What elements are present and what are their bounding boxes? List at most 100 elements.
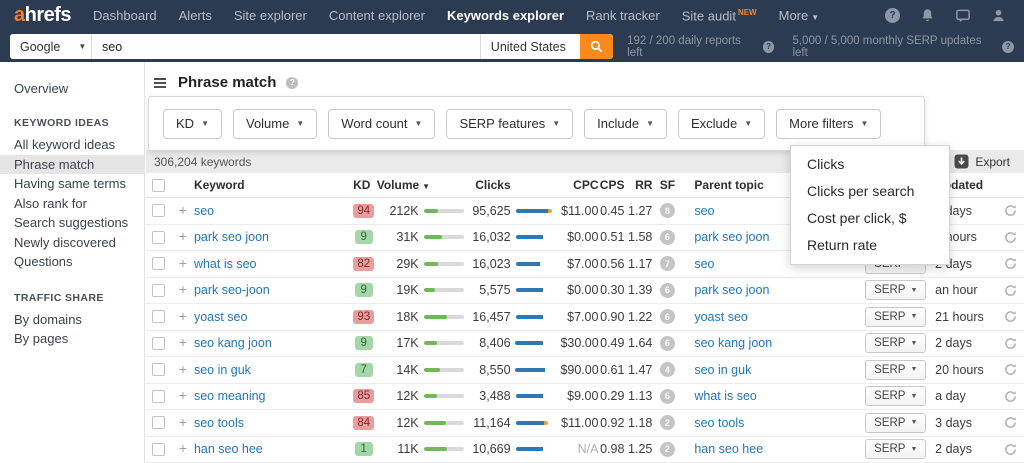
parent-topic-link[interactable]: seo in guk xyxy=(694,363,751,377)
refresh-icon[interactable] xyxy=(1004,310,1017,323)
row-checkbox[interactable] xyxy=(152,337,165,350)
keyword-link[interactable]: park seo-joon xyxy=(194,283,270,297)
row-checkbox[interactable] xyxy=(152,390,165,403)
col-header-volume[interactable]: Volume▼ xyxy=(377,178,427,192)
col-header-clicks[interactable]: Clicks xyxy=(469,178,511,192)
sidebar-item-all-keyword-ideas[interactable]: All keyword ideas xyxy=(0,135,144,155)
serp-button[interactable]: SERP▼ xyxy=(865,439,926,459)
refresh-icon[interactable] xyxy=(1004,284,1017,297)
parent-topic-link[interactable]: park seo joon xyxy=(694,230,769,244)
messages-icon[interactable] xyxy=(955,8,971,23)
add-to-list-icon[interactable]: + xyxy=(179,361,187,377)
search-button[interactable] xyxy=(580,34,613,59)
serp-button[interactable]: SERP▼ xyxy=(865,360,926,380)
add-to-list-icon[interactable]: + xyxy=(179,387,187,403)
filter-button-serp-features[interactable]: SERP features▼ xyxy=(446,109,573,139)
refresh-icon[interactable] xyxy=(1004,204,1017,217)
refresh-icon[interactable] xyxy=(1004,390,1017,403)
sidebar-item-also-rank-for[interactable]: Also rank for xyxy=(0,194,144,214)
keyword-link[interactable]: what is seo xyxy=(194,257,257,271)
row-checkbox[interactable] xyxy=(152,257,165,270)
add-to-list-icon[interactable]: + xyxy=(179,281,187,297)
row-checkbox[interactable] xyxy=(152,284,165,297)
add-to-list-icon[interactable]: + xyxy=(179,202,187,218)
filter-button-volume[interactable]: Volume▼ xyxy=(233,109,317,139)
keyword-link[interactable]: seo meaning xyxy=(194,389,266,403)
sidebar-item-questions[interactable]: Questions xyxy=(0,252,144,272)
row-checkbox[interactable] xyxy=(152,416,165,429)
info-icon[interactable]: ? xyxy=(1002,41,1014,53)
menu-item-return-rate[interactable]: Return rate xyxy=(791,232,949,259)
select-all-checkbox[interactable] xyxy=(152,179,165,192)
refresh-icon[interactable] xyxy=(1004,416,1017,429)
notifications-bell-icon[interactable] xyxy=(920,8,935,23)
parent-topic-link[interactable]: han seo hee xyxy=(694,442,763,456)
keyword-query-input[interactable] xyxy=(92,34,480,59)
sidebar-item-having-same-terms[interactable]: Having same terms xyxy=(0,174,144,194)
keyword-link[interactable]: seo xyxy=(194,204,214,218)
parent-topic-link[interactable]: yoast seo xyxy=(694,310,748,324)
parent-topic-link[interactable]: seo kang joon xyxy=(694,336,772,350)
nav-item-keywords-explorer[interactable]: Keywords explorer xyxy=(447,8,564,23)
parent-topic-link[interactable]: seo tools xyxy=(694,416,744,430)
parent-topic-link[interactable]: what is seo xyxy=(694,389,757,403)
refresh-icon[interactable] xyxy=(1004,363,1017,376)
refresh-icon[interactable] xyxy=(1004,231,1017,244)
keyword-link[interactable]: seo kang joon xyxy=(194,336,272,350)
refresh-icon[interactable] xyxy=(1004,257,1017,270)
nav-item-dashboard[interactable]: Dashboard xyxy=(93,8,157,23)
filter-button-word-count[interactable]: Word count▼ xyxy=(328,109,435,139)
keyword-link[interactable]: yoast seo xyxy=(194,310,248,324)
add-to-list-icon[interactable]: + xyxy=(179,440,187,456)
col-header-rr[interactable]: RR xyxy=(624,178,652,192)
account-icon[interactable] xyxy=(991,8,1006,23)
parent-topic-link[interactable]: park seo joon xyxy=(694,283,769,297)
sidebar-item-search-suggestions[interactable]: Search suggestions xyxy=(0,213,144,233)
add-to-list-icon[interactable]: + xyxy=(179,414,187,430)
filter-button-include[interactable]: Include▼ xyxy=(584,109,667,139)
nav-item-alerts[interactable]: Alerts xyxy=(179,8,212,23)
nav-item-site-explorer[interactable]: Site explorer xyxy=(234,8,307,23)
parent-topic-link[interactable]: seo xyxy=(694,257,714,271)
sidebar-item-newly-discovered[interactable]: Newly discovered xyxy=(0,233,144,253)
col-header-cps[interactable]: CPS xyxy=(599,178,625,192)
sidebar-item-phrase-match[interactable]: Phrase match xyxy=(0,155,144,175)
menu-item-cost-per-click[interactable]: Cost per click, $ xyxy=(791,205,949,232)
keyword-link[interactable]: park seo joon xyxy=(194,230,269,244)
row-checkbox[interactable] xyxy=(152,310,165,323)
filter-button-more-filters[interactable]: More filters▼ xyxy=(776,109,881,139)
export-button[interactable]: Export xyxy=(954,154,1010,169)
serp-button[interactable]: SERP▼ xyxy=(865,413,926,433)
serp-button[interactable]: SERP▼ xyxy=(865,307,926,327)
filter-button-exclude[interactable]: Exclude▼ xyxy=(678,109,765,139)
search-engine-select[interactable]: Google ▼ xyxy=(10,34,92,59)
col-header-keyword[interactable]: Keyword xyxy=(194,178,347,192)
add-to-list-icon[interactable]: + xyxy=(179,334,187,350)
help-icon[interactable]: ? xyxy=(885,8,900,23)
filter-button-kd[interactable]: KD▼ xyxy=(163,109,222,139)
sidebar-item-by-domains[interactable]: By domains xyxy=(0,310,144,330)
col-header-sf[interactable]: SF xyxy=(652,178,682,192)
serp-button[interactable]: SERP▼ xyxy=(865,280,926,300)
row-checkbox[interactable] xyxy=(152,231,165,244)
row-checkbox[interactable] xyxy=(152,443,165,456)
parent-topic-link[interactable]: seo xyxy=(694,204,714,218)
add-to-list-icon[interactable]: + xyxy=(179,228,187,244)
keyword-link[interactable]: seo tools xyxy=(194,416,244,430)
col-header-cpc[interactable]: CPC xyxy=(561,178,599,192)
nav-item-site-audit[interactable]: Site auditNEW xyxy=(682,8,757,23)
row-checkbox[interactable] xyxy=(152,363,165,376)
col-header-kd[interactable]: KD xyxy=(347,178,377,192)
keyword-link[interactable]: han seo hee xyxy=(194,442,263,456)
menu-toggle-icon[interactable] xyxy=(152,76,168,90)
menu-item-clicks[interactable]: Clicks xyxy=(791,151,949,178)
refresh-icon[interactable] xyxy=(1004,443,1017,456)
serp-button[interactable]: SERP▼ xyxy=(865,333,926,353)
nav-item-rank-tracker[interactable]: Rank tracker xyxy=(586,8,660,23)
add-to-list-icon[interactable]: + xyxy=(179,308,187,324)
menu-item-clicks-per-search[interactable]: Clicks per search xyxy=(791,178,949,205)
serp-button[interactable]: SERP▼ xyxy=(865,386,926,406)
nav-item-more[interactable]: More▼ xyxy=(779,8,820,23)
country-select[interactable]: United States ▼ xyxy=(480,34,580,59)
sidebar-item-overview[interactable]: Overview xyxy=(0,78,144,99)
